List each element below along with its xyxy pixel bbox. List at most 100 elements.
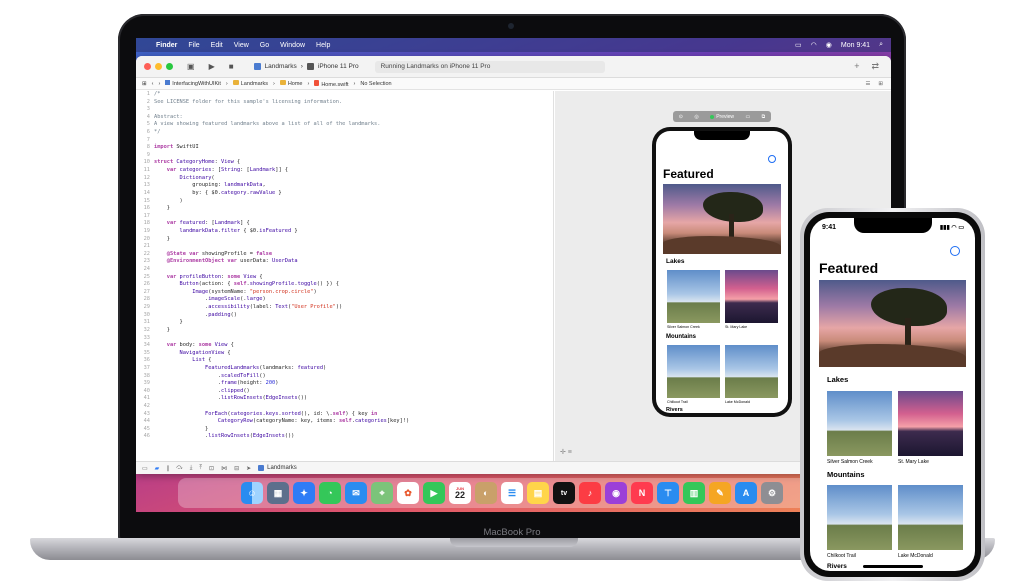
run-icon[interactable]: ▶ [209,62,215,71]
code-text[interactable]: var categories: [String: [Landmark]] { [154,167,288,175]
environment-icon[interactable]: ⊟ [234,465,239,472]
code-line[interactable]: 12 Dictionary( [136,175,553,183]
forward-icon[interactable]: › [158,81,160,87]
code-line[interactable]: 26 Button(action: { self.showingProfile.… [136,281,553,289]
code-line[interactable]: 37 FeaturedLandmarks(landmarks: featured… [136,365,553,373]
messages-icon[interactable]: ◔ [319,482,341,504]
code-line[interactable]: 33 [136,335,553,343]
scheme-selector[interactable]: Landmarks › iPhone 11 Pro [253,63,359,70]
zoom-window-button[interactable] [166,63,173,70]
keynote-icon[interactable]: ⊤ [657,482,679,504]
thumb-silver-salmon-creek[interactable] [827,391,892,456]
step-over-icon[interactable]: ⤼ [176,465,182,472]
code-line[interactable]: 24 [136,266,553,274]
code-line[interactable]: 5 A view showing featured landmarks above… [136,121,553,129]
thumb-lake-mcdonald[interactable] [898,485,963,550]
code-line[interactable]: 31 } [136,319,553,327]
code-line[interactable]: 3 [136,106,553,114]
control-center-icon[interactable]: ◉ [826,41,832,49]
thumb-lake-mcdonald[interactable] [725,345,778,398]
thumb-chilkoot-trail[interactable] [827,485,892,550]
code-text[interactable]: .frame(height: 200) [154,380,279,388]
profile-icon[interactable] [950,246,960,256]
code-line[interactable]: 20 } [136,236,553,244]
menu-go[interactable]: Go [260,42,269,49]
news-icon[interactable]: N [631,482,653,504]
step-in-icon[interactable]: ⤓ [190,465,193,472]
code-line[interactable]: 4 Abstract: [136,114,553,122]
code-line[interactable]: 7 [136,137,553,145]
pages-icon[interactable]: ✎ [709,482,731,504]
code-text[interactable]: Button(action: { self.showingProfile.tog… [154,281,340,289]
code-text[interactable]: landmarkData.filter { $0.isFeatured } [154,228,298,236]
code-text[interactable]: .accessibility(label: Text("User Profile… [154,304,342,312]
thumb-st-mary-lake[interactable] [725,270,778,323]
code-line[interactable]: 44 CategoryRow(categoryName: key, items:… [136,418,553,426]
code-text[interactable]: } [154,236,170,244]
crumb-folder-landmarks[interactable]: Landmarks [232,80,268,87]
code-text[interactable]: .scaledToFill() [154,373,266,381]
code-text[interactable]: .padding() [154,312,237,320]
code-text[interactable]: .clipped() [154,388,250,396]
code-line[interactable]: 1 /* [136,91,553,99]
menu-view[interactable]: View [234,42,249,49]
code-text[interactable]: import SwiftUI [154,144,199,152]
spotlight-icon[interactable]: ⌕ [879,41,883,49]
code-line[interactable]: 28 .imageScale(.large) [136,296,553,304]
code-text[interactable]: var body: some View { [154,342,234,350]
thumb-st-mary-lake[interactable] [898,391,963,456]
code-text[interactable]: .imageScale(.large) [154,296,266,304]
code-text[interactable]: struct CategoryHome: View { [154,159,240,167]
code-line[interactable]: 10 struct CategoryHome: View { [136,159,553,167]
crumb-project[interactable]: InterfacingWithUIKit [165,80,221,87]
maps-icon[interactable]: ⌖ [371,482,393,504]
preview-button[interactable]: Preview [710,114,734,120]
code-text[interactable]: FeaturedLandmarks(landmarks: featured) [154,365,326,373]
code-line[interactable]: 36 List { [136,357,553,365]
editor-options-icon[interactable]: ☰ [865,81,870,87]
code-review-icon[interactable]: ⇄ [871,61,879,72]
menu-finder[interactable]: Finder [156,42,177,49]
menu-help[interactable]: Help [316,42,330,49]
grid-icon[interactable]: ⊞ [142,81,147,87]
code-line[interactable]: 34 var body: some View { [136,342,553,350]
code-line[interactable]: 15 ) [136,198,553,206]
memory-graph-icon[interactable]: ⋈ [221,465,227,472]
close-window-button[interactable] [144,63,151,70]
finder-icon[interactable]: ☺ [241,482,263,504]
crumb-file[interactable]: Home.swift [314,79,349,88]
inspect-icon[interactable]: ⊙ [679,114,683,120]
safari-icon[interactable]: ✦ [293,482,315,504]
code-text[interactable]: /* [154,91,160,99]
code-line[interactable]: 14 by: { $0.category.rawValue } [136,190,553,198]
pin-icon[interactable]: ✛ ≡ [560,448,572,456]
facetime-icon[interactable]: ▶ [423,482,445,504]
apple-tv-icon[interactable]: tv [553,482,575,504]
crumb-selection[interactable]: No Selection [360,81,391,87]
menu-window[interactable]: Window [280,42,305,49]
mail-icon[interactable]: ✉ [345,482,367,504]
hide-debug-icon[interactable]: ▭ [142,465,148,472]
pause-icon[interactable]: ∥ [166,465,169,472]
view-debugger-icon[interactable]: ⊡ [209,465,214,472]
code-editor[interactable]: 1 /* 2 See LICENSE folder for this sample's… [136,91,554,461]
code-text[interactable]: } [154,426,208,434]
battery-icon[interactable]: ▭ [795,41,802,49]
code-line[interactable]: 30 .padding() [136,312,553,320]
sidebar-toggle-icon[interactable]: ▣ [187,62,195,71]
code-line[interactable]: 29 .accessibility(label: Text("User Prof… [136,304,553,312]
code-text[interactable]: NavigationView { [154,350,231,358]
code-text[interactable]: .listRowInsets(EdgeInsets()) [154,433,294,441]
featured-landmark-image[interactable] [819,280,966,367]
notes-icon[interactable]: ▤ [527,482,549,504]
profile-icon[interactable] [768,155,776,163]
duplicate-preview-icon[interactable]: ⧉ [762,114,766,120]
code-line[interactable]: 35 NavigationView { [136,350,553,358]
code-line[interactable]: 45 } [136,426,553,434]
code-line[interactable]: 11 var categories: [String: [Landmark]] … [136,167,553,175]
reminders-icon[interactable]: ☰ [501,482,523,504]
code-line[interactable]: 8 import SwiftUI [136,144,553,152]
code-line[interactable]: 27 Image(systemName: "person.crop.circle… [136,289,553,297]
code-line[interactable]: 23 @EnvironmentObject var userData: User… [136,258,553,266]
music-icon[interactable]: ♪ [579,482,601,504]
